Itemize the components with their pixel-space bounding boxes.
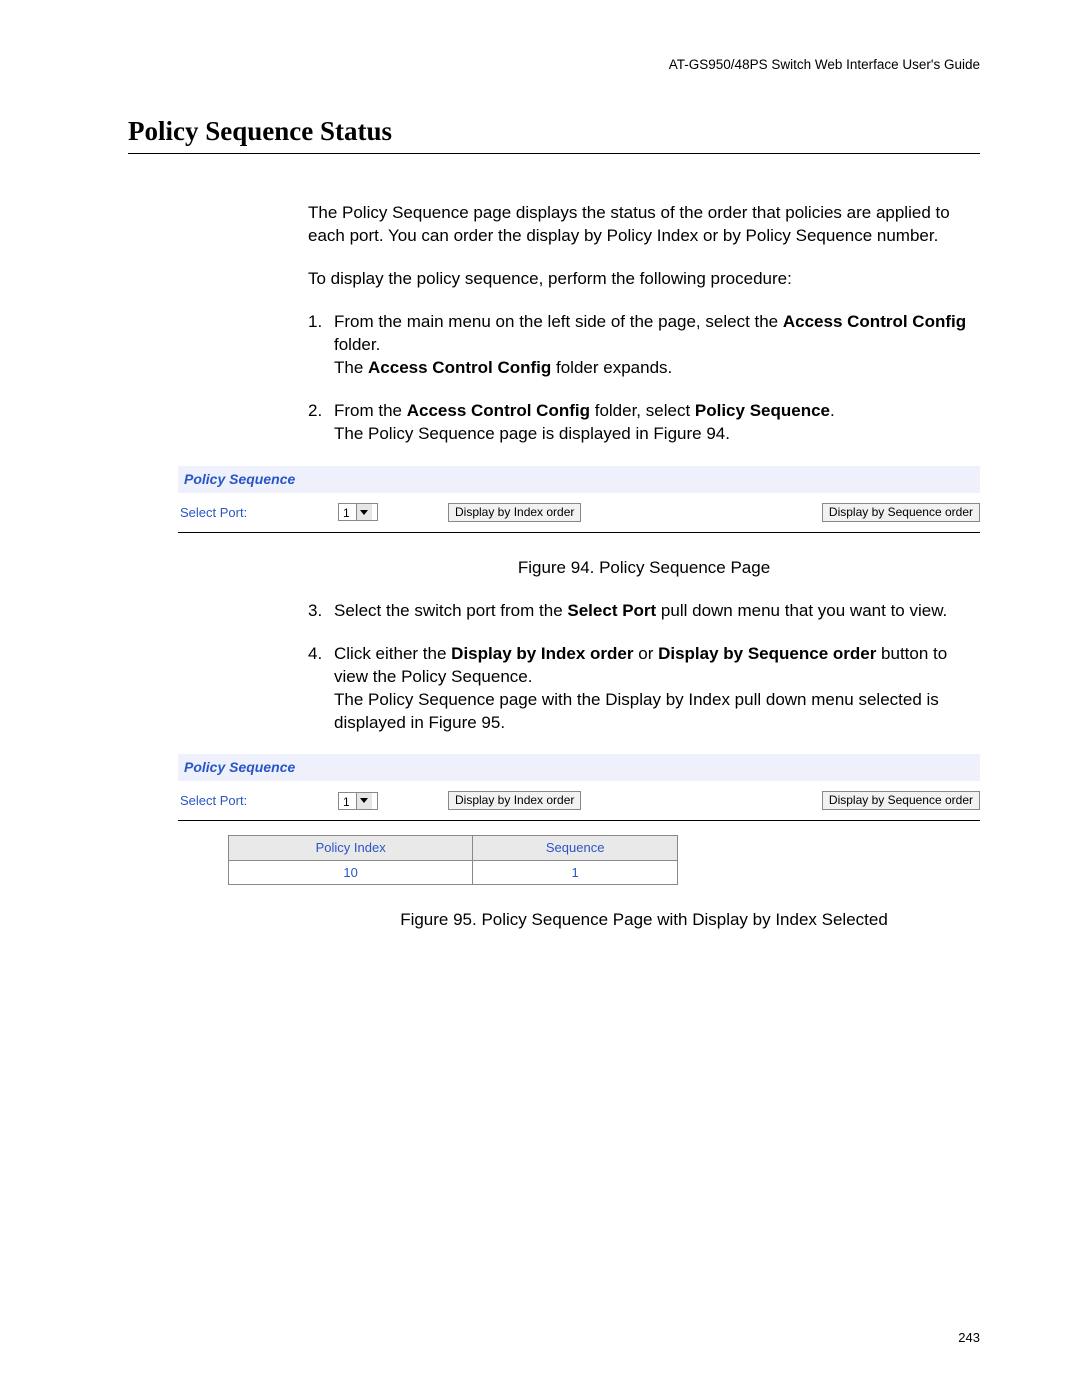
cell-sequence: 1 xyxy=(473,860,678,885)
step-number: 3. xyxy=(308,600,322,623)
text: or xyxy=(634,644,659,663)
bold-text: Display by Sequence order xyxy=(658,644,876,663)
cell-policy-index: 10 xyxy=(229,860,473,885)
select-port-dropdown[interactable]: 1 xyxy=(338,503,378,521)
widget-controls-row: Select Port: 1 Display by Index order Di… xyxy=(178,781,980,821)
figure-94-widget: Policy Sequence Select Port: 1 Display b… xyxy=(178,466,980,533)
step-number: 2. xyxy=(308,400,322,423)
figure-95-widget: Policy Sequence Select Port: 1 Display b… xyxy=(178,754,980,885)
bold-text: Display by Index order xyxy=(451,644,633,663)
step-text: From the Access Control Config folder, s… xyxy=(334,401,835,443)
section-heading: Policy Sequence Status xyxy=(128,113,980,154)
widget-controls-row: Select Port: 1 Display by Index order Di… xyxy=(178,493,980,533)
select-port-label: Select Port: xyxy=(178,504,338,522)
step-text: Select the switch port from the Select P… xyxy=(334,601,947,620)
bold-text: Access Control Config xyxy=(783,312,966,331)
page-number: 243 xyxy=(958,1329,980,1347)
text: folder, select xyxy=(590,401,695,420)
step-2: 2. From the Access Control Config folder… xyxy=(308,400,980,446)
step-1: 1. From the main menu on the left side o… xyxy=(308,311,980,380)
bold-text: Select Port xyxy=(567,601,656,620)
select-value: 1 xyxy=(339,793,356,809)
widget-title: Policy Sequence xyxy=(178,754,980,781)
policy-table: Policy Index Sequence 10 1 xyxy=(228,835,678,885)
intro-paragraph-1: The Policy Sequence page displays the st… xyxy=(308,202,980,248)
table-header-row: Policy Index Sequence xyxy=(229,836,678,861)
display-by-sequence-button[interactable]: Display by Sequence order xyxy=(822,791,980,810)
display-by-index-button[interactable]: Display by Index order xyxy=(448,791,581,810)
col-policy-index: Policy Index xyxy=(229,836,473,861)
bold-text: Policy Sequence xyxy=(695,401,830,420)
text: folder. xyxy=(334,335,380,354)
bold-text: Access Control Config xyxy=(368,358,551,377)
page-content: Policy Sequence Status The Policy Sequen… xyxy=(128,113,980,952)
chevron-down-icon xyxy=(356,793,372,809)
figure-94-caption: Figure 94. Policy Sequence Page xyxy=(308,557,980,580)
text: The Policy Sequence page is displayed in… xyxy=(334,424,730,443)
text: The Policy Sequence page with the Displa… xyxy=(334,690,939,732)
col-sequence: Sequence xyxy=(473,836,678,861)
text: Select the switch port from the xyxy=(334,601,567,620)
step-text: Click either the Display by Index order … xyxy=(334,644,947,732)
widget-title: Policy Sequence xyxy=(178,466,980,493)
step-4: 4. Click either the Display by Index ord… xyxy=(308,643,980,735)
text: From the xyxy=(334,401,407,420)
table-row: 10 1 xyxy=(229,860,678,885)
step-number: 1. xyxy=(308,311,322,334)
select-port-label: Select Port: xyxy=(178,792,338,810)
figure-95-caption: Figure 95. Policy Sequence Page with Dis… xyxy=(308,909,980,932)
step-3: 3. Select the switch port from the Selec… xyxy=(308,600,980,623)
display-by-sequence-button[interactable]: Display by Sequence order xyxy=(822,503,980,522)
step-text: From the main menu on the left side of t… xyxy=(334,312,966,377)
select-port-dropdown[interactable]: 1 xyxy=(338,792,378,810)
text: folder expands. xyxy=(551,358,672,377)
chevron-down-icon xyxy=(356,504,372,520)
text: The xyxy=(334,358,368,377)
text: . xyxy=(830,401,835,420)
intro-paragraph-2: To display the policy sequence, perform … xyxy=(308,268,980,291)
text: pull down menu that you want to view. xyxy=(656,601,947,620)
select-value: 1 xyxy=(339,504,356,520)
display-by-index-button[interactable]: Display by Index order xyxy=(448,503,581,522)
text: From the main menu on the left side of t… xyxy=(334,312,783,331)
header-guide-title: AT-GS950/48PS Switch Web Interface User'… xyxy=(669,56,980,74)
bold-text: Access Control Config xyxy=(407,401,590,420)
step-number: 4. xyxy=(308,643,322,666)
text: Click either the xyxy=(334,644,451,663)
